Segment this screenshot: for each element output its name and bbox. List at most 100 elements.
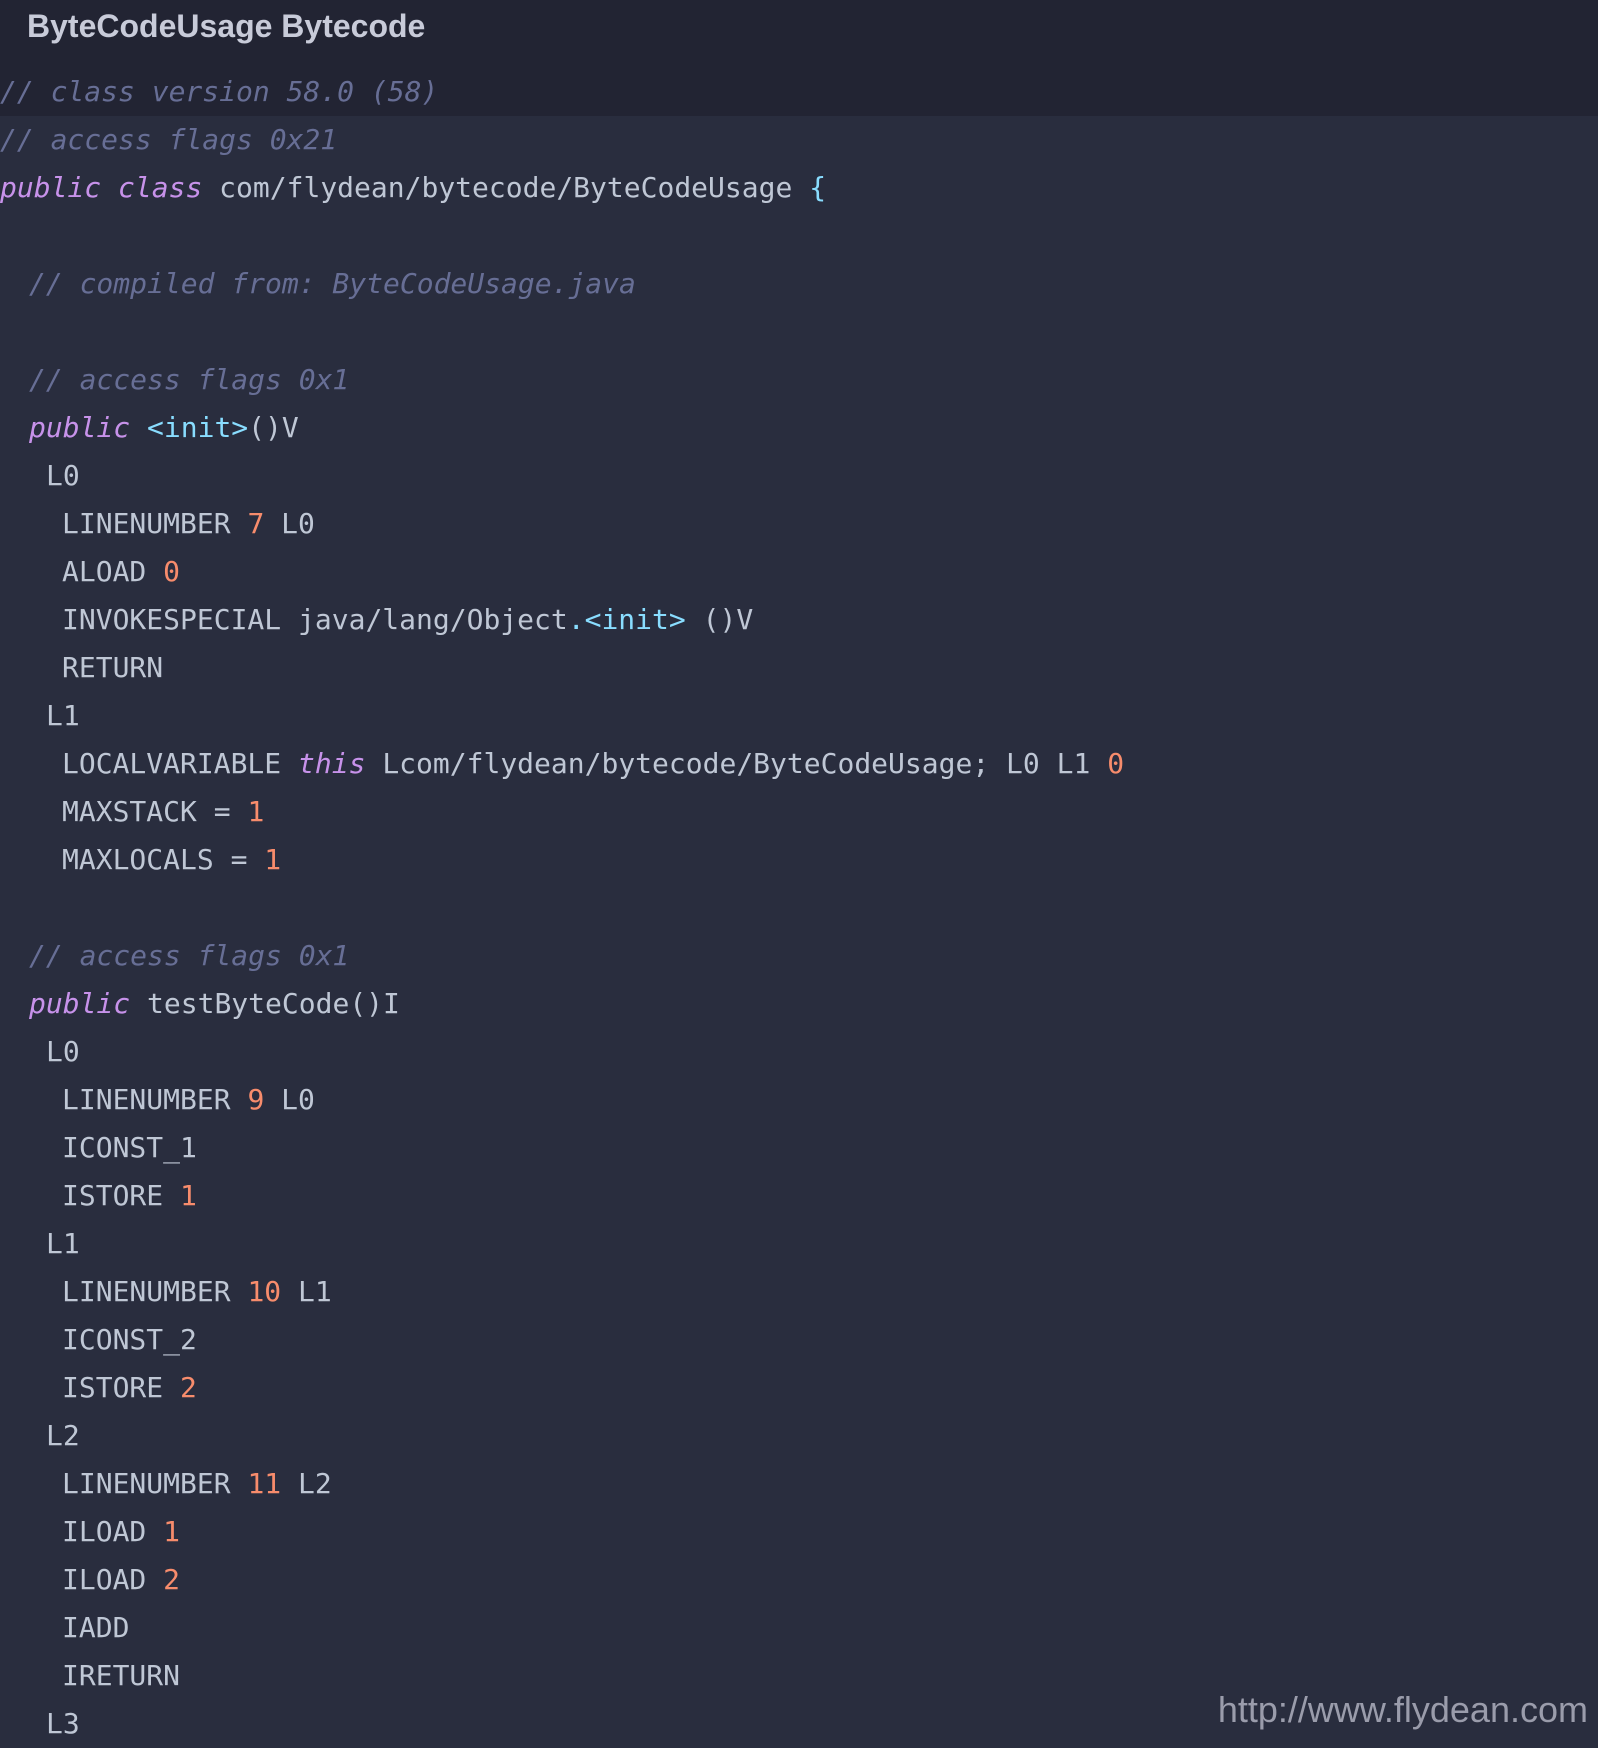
code-line-class-declaration: public class com/flydean/bytecode/ByteCo… — [0, 164, 1598, 212]
code-line-instruction: MAXLOCALS = 1 — [0, 836, 1598, 884]
code-line-instruction: IADD — [0, 1604, 1598, 1652]
opcode-linenumber: LINENUMBER — [62, 1467, 231, 1500]
code-line-instruction: LINENUMBER 9 L0 — [0, 1076, 1598, 1124]
code-line-instruction: RETURN — [0, 644, 1598, 692]
operand-label: L0 — [281, 507, 315, 540]
comment-class-access-flags: // access flags 0x21 — [0, 123, 338, 156]
label-l1: L1 — [46, 1227, 80, 1260]
code-line-instruction: ILOAD 2 — [0, 1556, 1598, 1604]
code-line-instruction: ISTORE 1 — [0, 1172, 1598, 1220]
code-line-init-declaration: public <init>()V — [0, 404, 1598, 452]
label-l2: L2 — [46, 1419, 80, 1452]
code-line-instruction: INVOKESPECIAL java/lang/Object.<init> ()… — [0, 596, 1598, 644]
opcode-invokespecial: INVOKESPECIAL — [62, 603, 282, 636]
operand-number: 11 — [247, 1467, 282, 1500]
code-line-compiled-from: // compiled from: ByteCodeUsage.java — [0, 260, 1598, 308]
class-name: com/flydean/bytecode/ByteCodeUsage — [219, 171, 793, 204]
opcode-linenumber: LINENUMBER — [62, 507, 231, 540]
code-line-instruction: ISTORE 2 — [0, 1364, 1598, 1412]
method-name-testbytecode: testByteCode — [147, 987, 350, 1020]
comment-compiled-from: // compiled from: ByteCodeUsage.java — [29, 267, 636, 300]
code-line-class-version: // class version 58.0 (58) — [0, 68, 1598, 116]
open-brace: { — [809, 171, 827, 204]
code-line-instruction: ICONST_1 — [0, 1124, 1598, 1172]
operand-label: L0 — [281, 1083, 315, 1116]
opcode-istore: ISTORE — [62, 1371, 164, 1404]
equals-sign: = — [213, 795, 231, 828]
comment-class-version: // class version 58.0 (58) — [0, 75, 439, 108]
keyword-this: this — [298, 747, 366, 780]
operand-number: 9 — [247, 1083, 265, 1116]
code-line-label: L1 — [0, 1220, 1598, 1268]
method-descriptor: ()V — [248, 411, 299, 444]
opcode-iadd: IADD — [62, 1611, 130, 1644]
bytecode-window-title: ByteCodeUsage Bytecode — [27, 8, 426, 44]
label-l0: L0 — [46, 1035, 80, 1068]
label-l1: L1 — [46, 699, 80, 732]
operand-label: L2 — [298, 1467, 332, 1500]
operand-number: 1 — [264, 843, 282, 876]
opcode-linenumber: LINENUMBER — [62, 1275, 231, 1308]
keyword-public: public — [29, 987, 131, 1020]
localvar-index: 0 — [1107, 747, 1125, 780]
operand-number: 7 — [247, 507, 265, 540]
opcode-localvariable: LOCALVARIABLE — [62, 747, 282, 780]
keyword-public: public — [29, 411, 131, 444]
code-line-testbytecode-declaration: public testByteCode()I — [0, 980, 1598, 1028]
code-line-instruction: ILOAD 1 — [0, 1508, 1598, 1556]
operand-number: 2 — [163, 1563, 181, 1596]
opcode-return: RETURN — [62, 651, 164, 684]
invoke-method-name: <init> — [584, 603, 686, 636]
code-line-instruction: MAXSTACK = 1 — [0, 788, 1598, 836]
opcode-linenumber: LINENUMBER — [62, 1083, 231, 1116]
operand-label: L1 — [298, 1275, 332, 1308]
opcode-aload: ALOAD — [62, 555, 147, 588]
comment-init-access-flags: // access flags 0x1 — [29, 363, 350, 396]
label-l0: L0 — [46, 459, 80, 492]
code-line-label: L1 — [0, 692, 1598, 740]
operand-number: 1 — [163, 1515, 181, 1548]
code-line-instruction: LINENUMBER 7 L0 — [0, 500, 1598, 548]
code-line-instruction: LOCALVARIABLE this Lcom/flydean/bytecode… — [0, 740, 1598, 788]
label-l3: L3 — [46, 1707, 80, 1740]
code-line-label: L0 — [0, 452, 1598, 500]
localvar-labels: L0 L1 — [1006, 747, 1091, 780]
code-line-instruction: ALOAD 0 — [0, 548, 1598, 596]
code-line-instruction: LINENUMBER 11 L2 — [0, 1460, 1598, 1508]
directive-maxlocals: MAXLOCALS — [62, 843, 214, 876]
opcode-istore: ISTORE — [62, 1179, 164, 1212]
equals-sign: = — [230, 843, 248, 876]
bytecode-viewer[interactable]: // class version 58.0 (58) // access fla… — [0, 68, 1598, 1748]
code-line-init-access-flags: // access flags 0x1 — [0, 356, 1598, 404]
comment-testbytecode-access-flags: // access flags 0x1 — [29, 939, 350, 972]
code-line-testbytecode-access-flags: // access flags 0x1 — [0, 932, 1598, 980]
code-line-class-access-flags: // access flags 0x21 — [0, 116, 1598, 164]
code-line-label: L2 — [0, 1412, 1598, 1460]
code-line-instruction: ICONST_2 — [0, 1316, 1598, 1364]
operand-number: 0 — [163, 555, 181, 588]
opcode-ireturn: IRETURN — [62, 1659, 181, 1692]
localvar-type: Lcom/flydean/bytecode/ByteCodeUsage; — [382, 747, 990, 780]
operand-number: 2 — [180, 1371, 197, 1404]
opcode-iload: ILOAD — [62, 1563, 147, 1596]
operand-number: 1 — [247, 795, 265, 828]
invoke-descriptor: ()V — [702, 603, 754, 636]
invoke-dot: . — [567, 603, 585, 636]
watermark-url: http://www.flydean.com — [1217, 1689, 1588, 1730]
operand-number: 10 — [247, 1275, 282, 1308]
invoke-owner: java/lang/Object — [298, 603, 568, 636]
keyword-class: class — [118, 171, 203, 204]
directive-maxstack: MAXSTACK — [62, 795, 197, 828]
opcode-iconst-1: ICONST_1 — [62, 1131, 197, 1164]
opcode-iload: ILOAD — [62, 1515, 147, 1548]
code-line-label: L0 — [0, 1028, 1598, 1076]
operand-number: 1 — [180, 1179, 197, 1212]
method-descriptor: ()I — [349, 987, 400, 1020]
keyword-public: public — [0, 171, 102, 204]
code-line-instruction: LINENUMBER 10 L1 — [0, 1268, 1598, 1316]
method-name-init: <init> — [147, 411, 249, 444]
opcode-iconst-2: ICONST_2 — [62, 1323, 197, 1356]
